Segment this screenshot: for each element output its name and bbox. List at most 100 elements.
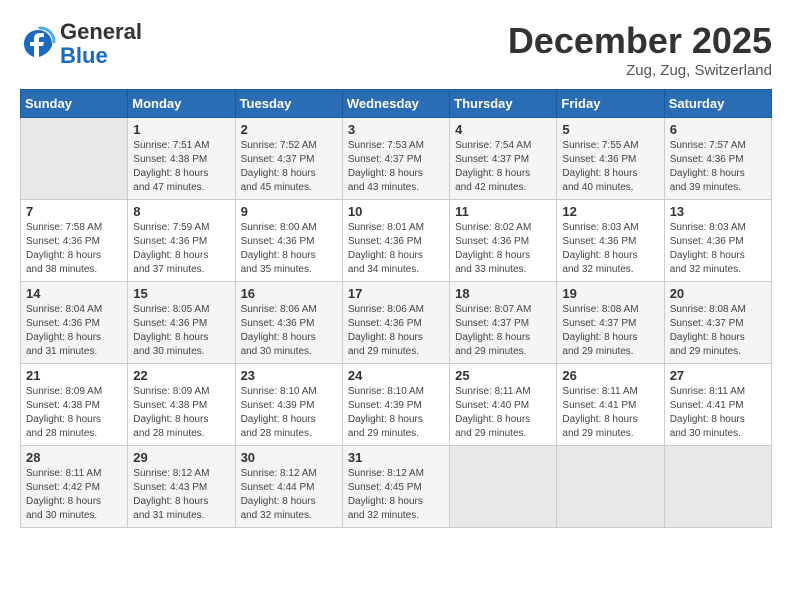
day-number: 9	[241, 204, 337, 219]
day-cell: 27 Sunrise: 8:11 AM Sunset: 4:41 PM Dayli…	[664, 364, 771, 446]
day-number: 18	[455, 286, 551, 301]
day-info: Sunrise: 7:55 AM Sunset: 4:36 PM Dayligh…	[562, 139, 658, 195]
day-cell: 18 Sunrise: 8:07 AM Sunset: 4:37 PM Dayli…	[450, 282, 557, 364]
day-cell: 21Sunrise: 8:09 AM Sunset: 4:38 PM Dayli…	[21, 364, 128, 446]
logo: General Blue	[20, 20, 142, 68]
day-number: 8	[133, 204, 229, 219]
day-number: 1	[133, 122, 229, 137]
day-cell: 2 Sunrise: 7:52 AM Sunset: 4:37 PM Daylig…	[235, 118, 342, 200]
day-cell	[557, 446, 664, 528]
header-row: SundayMondayTuesdayWednesdayThursdayFrid…	[21, 90, 772, 118]
day-cell: 29Sunrise: 8:12 AM Sunset: 4:43 PM Dayli…	[128, 446, 235, 528]
day-number: 4	[455, 122, 551, 137]
day-number: 3	[348, 122, 444, 137]
header-wednesday: Wednesday	[342, 90, 449, 118]
day-cell: 9 Sunrise: 8:00 AM Sunset: 4:36 PM Daylig…	[235, 200, 342, 282]
day-cell: 13 Sunrise: 8:03 AM Sunset: 4:36 PM Dayli…	[664, 200, 771, 282]
day-number: 7	[26, 204, 122, 219]
logo-general: General	[60, 19, 142, 44]
day-info: Sunrise: 8:09 AM Sunset: 4:38 PM Dayligh…	[26, 385, 122, 441]
header-saturday: Saturday	[664, 90, 771, 118]
day-cell: 7 Sunrise: 7:58 AM Sunset: 4:36 PM Daylig…	[21, 200, 128, 282]
day-number: 15	[133, 286, 229, 301]
day-cell: 14 Sunrise: 8:04 AM Sunset: 4:36 PM Dayli…	[21, 282, 128, 364]
day-info: Sunrise: 8:08 AM Sunset: 4:37 PM Dayligh…	[670, 303, 766, 359]
header-thursday: Thursday	[450, 90, 557, 118]
location-subtitle: Zug, Zug, Switzerland	[508, 62, 772, 79]
day-info: Sunrise: 8:07 AM Sunset: 4:37 PM Dayligh…	[455, 303, 551, 359]
day-info: Sunrise: 8:01 AM Sunset: 4:36 PM Dayligh…	[348, 221, 444, 277]
day-info: Sunrise: 7:51 AM Sunset: 4:38 PM Dayligh…	[133, 139, 229, 195]
day-number: 16	[241, 286, 337, 301]
day-number: 27	[670, 368, 766, 383]
day-info: Sunrise: 7:53 AM Sunset: 4:37 PM Dayligh…	[348, 139, 444, 195]
logo-blue: Blue	[60, 43, 108, 68]
day-number: 30	[241, 450, 337, 465]
week-row-3: 14 Sunrise: 8:04 AM Sunset: 4:36 PM Dayli…	[21, 282, 772, 364]
day-cell: 12Sunrise: 8:03 AM Sunset: 4:36 PM Dayli…	[557, 200, 664, 282]
day-info: Sunrise: 8:10 AM Sunset: 4:39 PM Dayligh…	[241, 385, 337, 441]
day-number: 19	[562, 286, 658, 301]
day-cell: 20Sunrise: 8:08 AM Sunset: 4:37 PM Dayli…	[664, 282, 771, 364]
day-number: 31	[348, 450, 444, 465]
week-row-1: 1 Sunrise: 7:51 AM Sunset: 4:38 PM Daylig…	[21, 118, 772, 200]
day-cell: 25 Sunrise: 8:11 AM Sunset: 4:40 PM Dayli…	[450, 364, 557, 446]
day-number: 29	[133, 450, 229, 465]
day-cell: 15 Sunrise: 8:05 AM Sunset: 4:36 PM Dayli…	[128, 282, 235, 364]
logo-text: General Blue	[60, 20, 142, 68]
day-info: Sunrise: 7:58 AM Sunset: 4:36 PM Dayligh…	[26, 221, 122, 277]
day-number: 13	[670, 204, 766, 219]
week-row-2: 7 Sunrise: 7:58 AM Sunset: 4:36 PM Daylig…	[21, 200, 772, 282]
day-cell: 4 Sunrise: 7:54 AM Sunset: 4:37 PM Daylig…	[450, 118, 557, 200]
day-info: Sunrise: 7:54 AM Sunset: 4:37 PM Dayligh…	[455, 139, 551, 195]
day-number: 10	[348, 204, 444, 219]
day-number: 6	[670, 122, 766, 137]
day-info: Sunrise: 8:03 AM Sunset: 4:36 PM Dayligh…	[670, 221, 766, 277]
day-cell: 17 Sunrise: 8:06 AM Sunset: 4:36 PM Dayli…	[342, 282, 449, 364]
day-cell: 1 Sunrise: 7:51 AM Sunset: 4:38 PM Daylig…	[128, 118, 235, 200]
day-info: Sunrise: 8:05 AM Sunset: 4:36 PM Dayligh…	[133, 303, 229, 359]
logo-icon	[20, 26, 56, 62]
day-info: Sunrise: 8:04 AM Sunset: 4:36 PM Dayligh…	[26, 303, 122, 359]
day-info: Sunrise: 8:12 AM Sunset: 4:45 PM Dayligh…	[348, 467, 444, 523]
day-cell: 11Sunrise: 8:02 AM Sunset: 4:36 PM Dayli…	[450, 200, 557, 282]
day-number: 17	[348, 286, 444, 301]
day-info: Sunrise: 7:57 AM Sunset: 4:36 PM Dayligh…	[670, 139, 766, 195]
day-info: Sunrise: 8:11 AM Sunset: 4:41 PM Dayligh…	[562, 385, 658, 441]
day-cell	[21, 118, 128, 200]
day-number: 2	[241, 122, 337, 137]
calendar-table: SundayMondayTuesdayWednesdayThursdayFrid…	[20, 89, 772, 528]
day-info: Sunrise: 8:02 AM Sunset: 4:36 PM Dayligh…	[455, 221, 551, 277]
day-info: Sunrise: 7:52 AM Sunset: 4:37 PM Dayligh…	[241, 139, 337, 195]
day-info: Sunrise: 7:59 AM Sunset: 4:36 PM Dayligh…	[133, 221, 229, 277]
day-number: 26	[562, 368, 658, 383]
day-cell: 8 Sunrise: 7:59 AM Sunset: 4:36 PM Daylig…	[128, 200, 235, 282]
day-cell: 16 Sunrise: 8:06 AM Sunset: 4:36 PM Dayli…	[235, 282, 342, 364]
day-cell: 23Sunrise: 8:10 AM Sunset: 4:39 PM Dayli…	[235, 364, 342, 446]
month-title: December 2025	[508, 20, 772, 62]
day-number: 14	[26, 286, 122, 301]
day-cell: 3 Sunrise: 7:53 AM Sunset: 4:37 PM Daylig…	[342, 118, 449, 200]
day-info: Sunrise: 8:11 AM Sunset: 4:41 PM Dayligh…	[670, 385, 766, 441]
day-number: 22	[133, 368, 229, 383]
day-info: Sunrise: 8:12 AM Sunset: 4:44 PM Dayligh…	[241, 467, 337, 523]
day-info: Sunrise: 8:06 AM Sunset: 4:36 PM Dayligh…	[348, 303, 444, 359]
header-sunday: Sunday	[21, 90, 128, 118]
page-header: General Blue December 2025 Zug, Zug, Swi…	[20, 20, 772, 79]
day-number: 24	[348, 368, 444, 383]
day-cell: 5 Sunrise: 7:55 AM Sunset: 4:36 PM Daylig…	[557, 118, 664, 200]
day-info: Sunrise: 8:06 AM Sunset: 4:36 PM Dayligh…	[241, 303, 337, 359]
day-cell	[664, 446, 771, 528]
day-cell: 10 Sunrise: 8:01 AM Sunset: 4:36 PM Dayli…	[342, 200, 449, 282]
day-number: 5	[562, 122, 658, 137]
day-info: Sunrise: 8:11 AM Sunset: 4:40 PM Dayligh…	[455, 385, 551, 441]
day-info: Sunrise: 8:03 AM Sunset: 4:36 PM Dayligh…	[562, 221, 658, 277]
day-info: Sunrise: 8:11 AM Sunset: 4:42 PM Dayligh…	[26, 467, 122, 523]
day-info: Sunrise: 8:09 AM Sunset: 4:38 PM Dayligh…	[133, 385, 229, 441]
header-tuesday: Tuesday	[235, 90, 342, 118]
day-number: 25	[455, 368, 551, 383]
day-info: Sunrise: 8:00 AM Sunset: 4:36 PM Dayligh…	[241, 221, 337, 277]
day-cell	[450, 446, 557, 528]
day-cell: 31 Sunrise: 8:12 AM Sunset: 4:45 PM Dayli…	[342, 446, 449, 528]
day-cell: 30 Sunrise: 8:12 AM Sunset: 4:44 PM Dayli…	[235, 446, 342, 528]
